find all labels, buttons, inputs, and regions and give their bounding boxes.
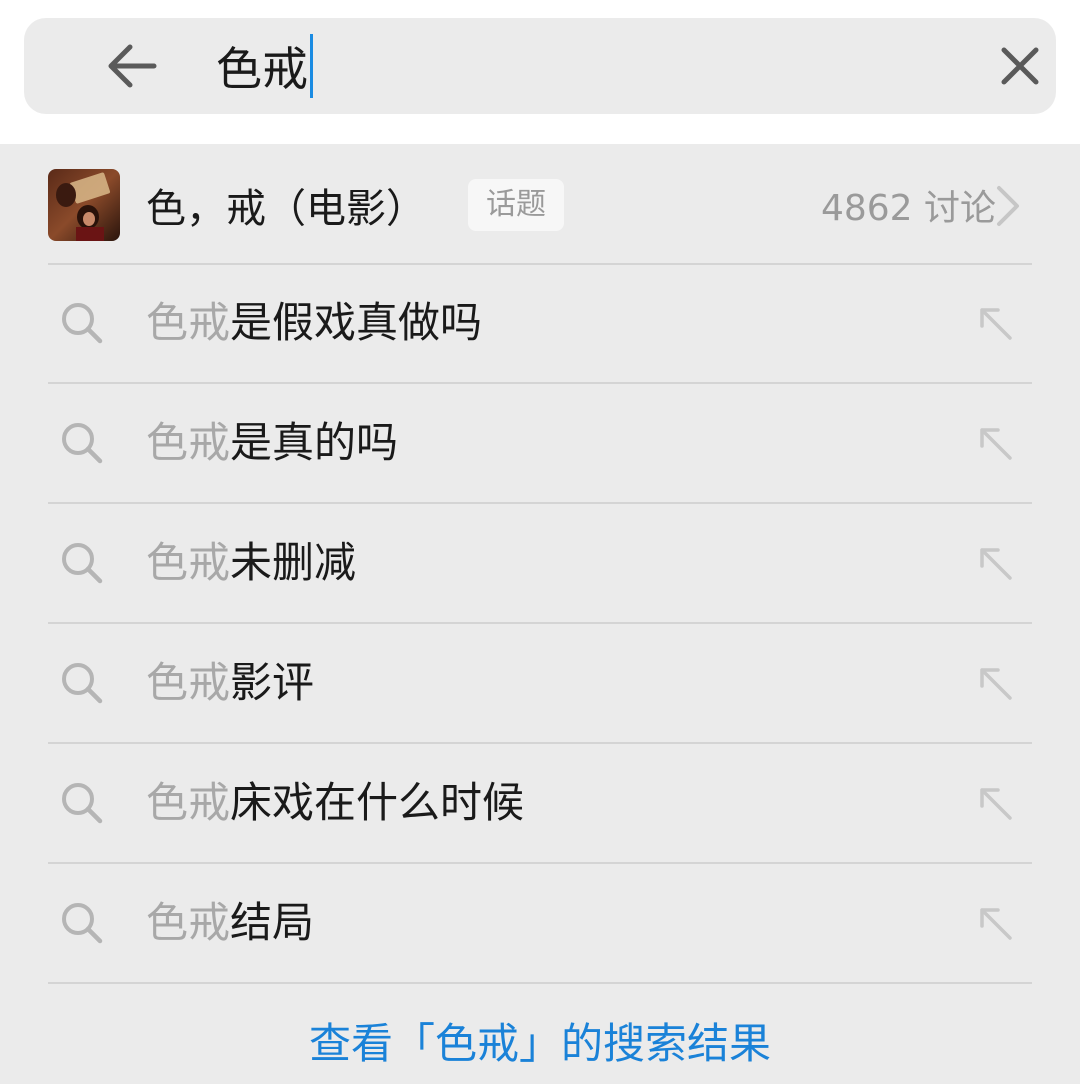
suggestion-match: 色戒 (146, 658, 231, 707)
search-header: 色戒 (0, 0, 1080, 144)
suggestion-item[interactable]: 色戒影评 (48, 624, 1032, 742)
suggestion-rest: 床戏在什么时候 (230, 778, 525, 827)
suggestion-item[interactable]: 色戒是真的吗 (48, 384, 1032, 502)
suggestion-match: 色戒 (146, 538, 231, 587)
suggestion-text: 色戒是真的吗 (146, 414, 398, 472)
suggestion-rest: 未删减 (230, 538, 357, 587)
topic-suggestion[interactable]: 色，戒（电影） 话题 4862 讨论 (48, 146, 1032, 264)
arrow-up-left-icon[interactable] (976, 904, 1016, 944)
topic-badge: 话题 (468, 179, 564, 231)
clear-button[interactable] (990, 40, 1050, 92)
chevron-right-icon (997, 186, 1019, 226)
search-bar: 色戒 (24, 18, 1056, 114)
search-query: 色戒 (216, 42, 308, 96)
arrow-up-left-icon[interactable] (976, 424, 1016, 464)
search-icon (62, 543, 103, 584)
arrow-up-left-icon[interactable] (976, 304, 1016, 344)
suggestion-text: 色戒影评 (146, 654, 314, 712)
suggestion-rest: 结局 (230, 898, 315, 947)
search-page: 色戒 色，戒（电影） 话题 4862 讨论 色戒是假戏真做吗 色戒是真的吗 色戒… (0, 0, 1080, 1084)
suggestion-rest: 是假戏真做吗 (230, 298, 483, 347)
arrow-up-left-icon[interactable] (976, 544, 1016, 584)
suggestion-item[interactable]: 色戒结局 (48, 864, 1032, 982)
search-icon (62, 663, 103, 704)
suggestion-text: 色戒是假戏真做吗 (146, 294, 482, 352)
back-button[interactable] (96, 40, 168, 92)
topic-thumbnail (48, 169, 120, 241)
divider (48, 982, 1032, 984)
suggestion-item[interactable]: 色戒未删减 (48, 504, 1032, 622)
view-all-results-link[interactable]: 查看「色戒」的搜索结果 (0, 1004, 1080, 1084)
text-cursor (310, 34, 313, 98)
search-icon (62, 783, 103, 824)
suggestion-rest: 是真的吗 (230, 418, 399, 467)
search-icon (62, 303, 103, 344)
suggestion-match: 色戒 (146, 298, 231, 347)
topic-title: 色，戒（电影） (146, 186, 426, 232)
suggestion-item[interactable]: 色戒是假戏真做吗 (48, 264, 1032, 382)
arrow-up-left-icon[interactable] (976, 664, 1016, 704)
suggestion-match: 色戒 (146, 898, 231, 947)
arrow-up-left-icon[interactable] (976, 784, 1016, 824)
suggestion-match: 色戒 (146, 778, 231, 827)
suggestion-text: 色戒结局 (146, 894, 314, 952)
search-icon (62, 903, 103, 944)
topic-discussion-count: 4862 讨论 (820, 188, 996, 229)
suggestion-rest: 影评 (230, 658, 315, 707)
search-icon (62, 423, 103, 464)
suggestion-match: 色戒 (146, 418, 231, 467)
suggestion-item[interactable]: 色戒床戏在什么时候 (48, 744, 1032, 862)
arrow-left-icon (108, 44, 157, 88)
suggestion-text: 色戒床戏在什么时候 (146, 774, 524, 832)
search-input[interactable]: 色戒 (216, 32, 313, 100)
suggestion-text: 色戒未删减 (146, 534, 356, 592)
close-icon (1001, 47, 1039, 85)
